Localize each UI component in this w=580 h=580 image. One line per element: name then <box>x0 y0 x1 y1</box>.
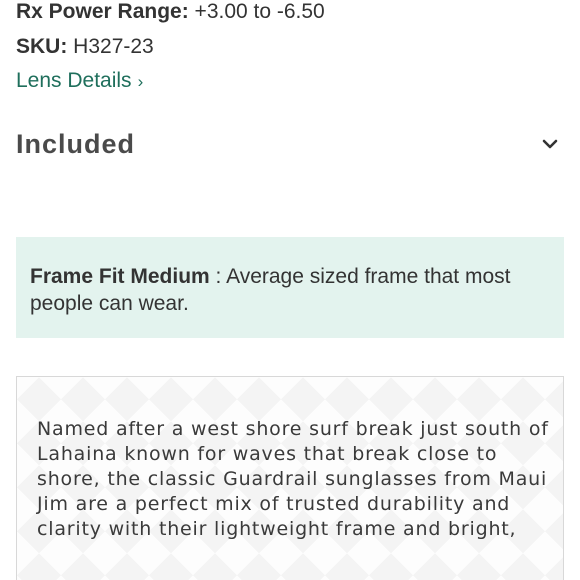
chevron-down-icon <box>540 134 560 154</box>
lens-details-link[interactable]: Lens Details › <box>16 69 143 94</box>
rx-power-range-label: Rx Power Range: <box>16 0 189 23</box>
frame-fit-callout: Frame Fit Medium : Average sized frame t… <box>16 237 564 338</box>
rx-power-range-value: +3.00 to -6.50 <box>188 0 325 23</box>
sku-row: SKU: H327-23 <box>16 35 154 59</box>
included-accordion-toggle[interactable]: Included <box>16 126 564 166</box>
sku-label: SKU: <box>16 35 68 58</box>
product-description-text: Named after a west shore surf break just… <box>37 418 549 540</box>
rx-power-range-row: Rx Power Range: +3.00 to -6.50 <box>16 0 325 24</box>
sku-value: H327-23 <box>67 35 154 58</box>
product-details-page: Rx Power Range: +3.00 to -6.50 SKU: H327… <box>0 0 580 580</box>
included-heading: Included <box>16 129 136 159</box>
chevron-right-icon: › <box>137 72 144 91</box>
lens-details-label: Lens Details <box>16 69 132 92</box>
product-description-box: Named after a west shore surf break just… <box>16 376 564 580</box>
frame-fit-title: Frame Fit Medium <box>30 265 210 288</box>
frame-fit-separator: : <box>209 265 227 288</box>
